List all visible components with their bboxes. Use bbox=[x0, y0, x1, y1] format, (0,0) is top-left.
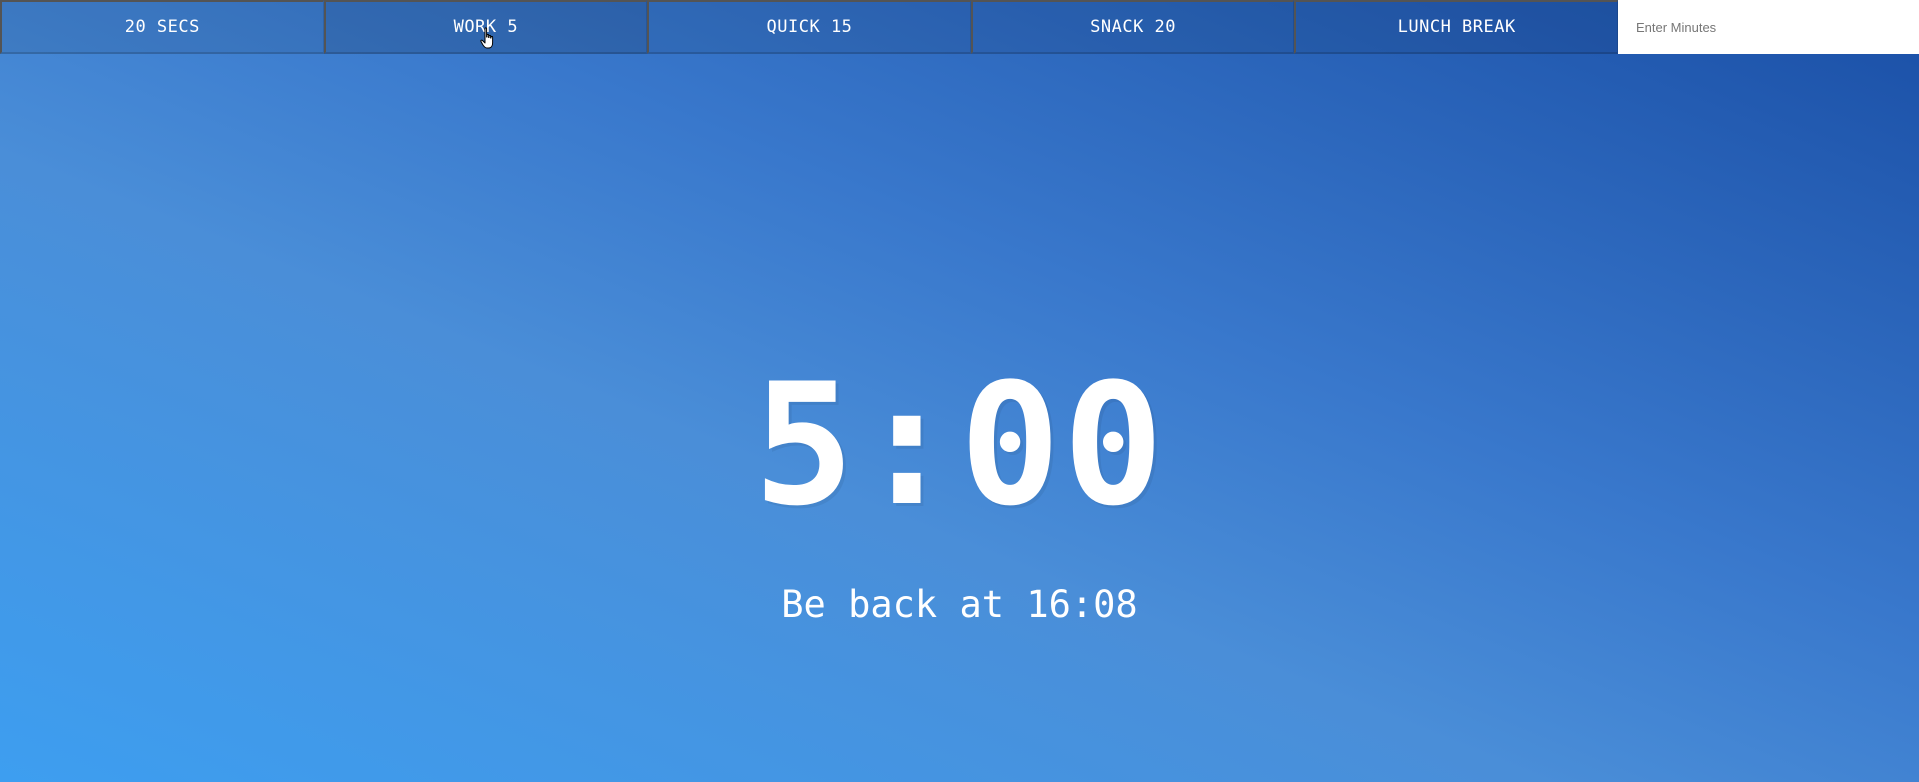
hand-pointer-icon bbox=[480, 27, 494, 49]
timer-button-snack-20[interactable]: SNACK 20 bbox=[970, 0, 1295, 54]
timer-button-20-secs[interactable]: 20 SECS bbox=[0, 0, 324, 54]
timer-display: 5:00 Be back at 16:08 bbox=[0, 360, 1919, 626]
end-time-text: Be back at 16:08 bbox=[781, 583, 1138, 626]
timer-button-quick-15[interactable]: QUICK 15 bbox=[647, 0, 971, 54]
timer-controls: 20 SECS WORK 5 QUICK 15 SNACK 20 LUNCH B… bbox=[0, 0, 1919, 54]
minutes-input[interactable] bbox=[1617, 0, 1919, 54]
timer-button-lunch-break[interactable]: LUNCH BREAK bbox=[1294, 0, 1618, 54]
time-left: 5:00 bbox=[753, 347, 1166, 543]
custom-minutes-form bbox=[1617, 0, 1919, 54]
